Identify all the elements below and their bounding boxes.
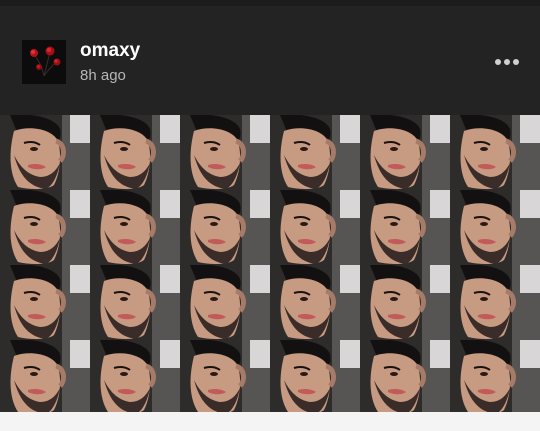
collage-tile [450,265,540,340]
collage-tile [450,340,540,412]
collage-tile [90,265,180,340]
collage-tile [180,190,270,265]
roses-avatar-icon [22,40,66,84]
more-options-icon [513,59,519,65]
collage-tile [360,340,450,412]
avatar[interactable] [22,40,66,84]
collage-tile [360,190,450,265]
post-image[interactable] [0,115,540,412]
collage-tile [270,190,360,265]
collage-tile [0,265,90,340]
post-header: omaxy 8h ago [0,6,540,115]
collage-tile [270,340,360,412]
collage-tile [90,190,180,265]
collage-tile [180,340,270,412]
collage-tile [90,115,180,190]
portrait-collage-image [0,115,540,412]
collage-tile [450,115,540,190]
collage-tile [270,265,360,340]
username[interactable]: omaxy [80,40,140,62]
more-options-icon [504,59,510,65]
collage-tile [90,340,180,412]
collage-tile [0,115,90,190]
more-options-icon [495,59,501,65]
bottom-area [0,412,540,431]
post-timestamp: 8h ago [80,67,126,84]
collage-tile [360,115,450,190]
collage-tile [180,115,270,190]
collage-tile [0,340,90,412]
more-options-button[interactable] [490,52,524,72]
collage-tile [450,190,540,265]
collage-tile [360,265,450,340]
post-card: omaxy 8h ago [0,0,540,412]
collage-tile [270,115,360,190]
collage-tile [180,265,270,340]
collage-tile [0,190,90,265]
